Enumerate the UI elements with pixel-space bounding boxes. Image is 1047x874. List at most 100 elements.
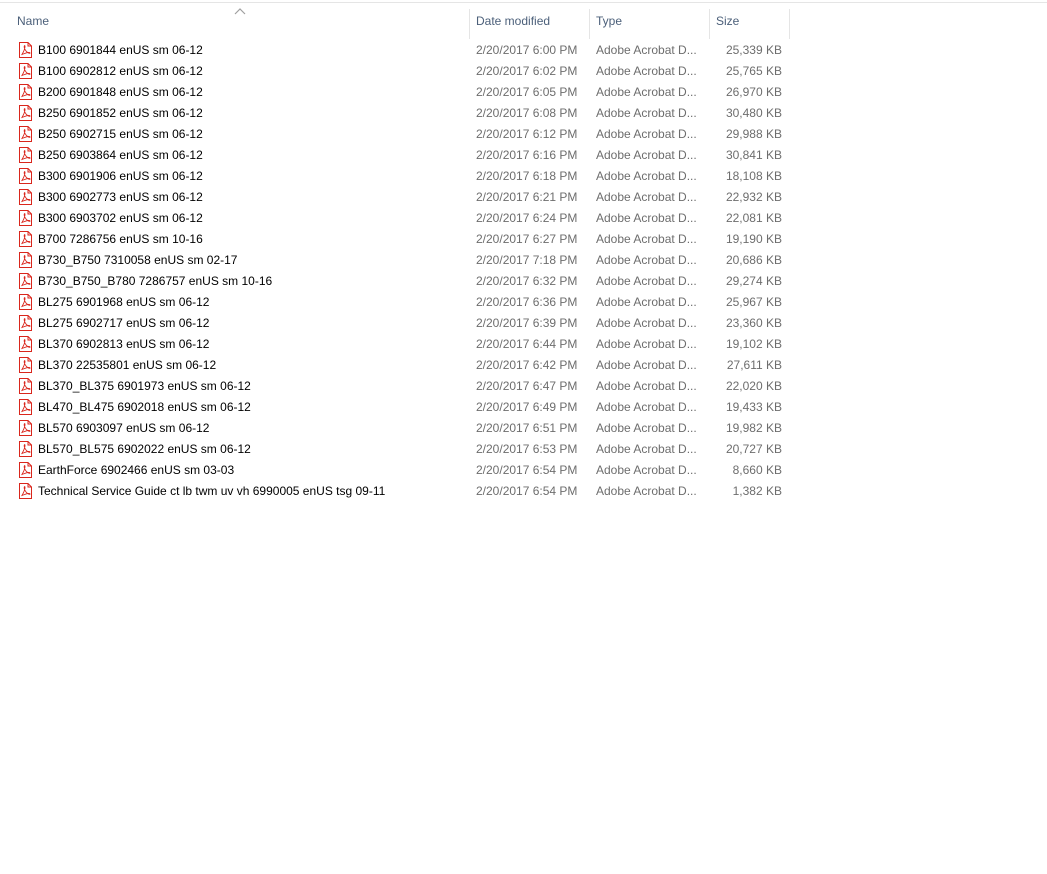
- file-date-modified: 2/20/2017 6:27 PM: [476, 232, 578, 246]
- file-size: 29,988 KB: [725, 127, 782, 141]
- column-header-row: Name Date modified Type Size: [0, 3, 790, 39]
- file-row[interactable]: B250 6903864 enUS sm 06-12 2/20/2017 6:16…: [0, 145, 790, 166]
- pdf-file-icon: [19, 315, 32, 331]
- file-name: B300 6903702 enUS sm 06-12: [38, 211, 203, 225]
- file-date-modified: 2/20/2017 6:24 PM: [476, 211, 578, 225]
- file-size: 29,274 KB: [725, 274, 782, 288]
- file-row[interactable]: B100 6902812 enUS sm 06-12 2/20/2017 6:02…: [0, 61, 790, 82]
- file-type: Adobe Acrobat D...: [596, 379, 697, 393]
- file-row[interactable]: BL370 22535801 enUS sm 06-12 2/20/2017 6:…: [0, 355, 790, 376]
- file-date-modified: 2/20/2017 6:18 PM: [476, 169, 578, 183]
- column-header-date-modified[interactable]: Date modified: [470, 3, 589, 38]
- file-name: Technical Service Guide ct lb twm uv vh …: [38, 484, 386, 498]
- file-name: B100 6901844 enUS sm 06-12: [38, 43, 203, 57]
- file-name: B250 6902715 enUS sm 06-12: [38, 127, 203, 141]
- file-row[interactable]: B250 6902715 enUS sm 06-12 2/20/2017 6:12…: [0, 124, 790, 145]
- pdf-file-icon: [19, 42, 32, 58]
- file-row[interactable]: Technical Service Guide ct lb twm uv vh …: [0, 481, 790, 502]
- file-date-modified: 2/20/2017 6:54 PM: [476, 463, 578, 477]
- file-date-modified: 2/20/2017 6:42 PM: [476, 358, 578, 372]
- file-name: B100 6902812 enUS sm 06-12: [38, 64, 203, 78]
- file-list: B100 6901844 enUS sm 06-12 2/20/2017 6:00…: [0, 40, 790, 502]
- file-row[interactable]: BL275 6902717 enUS sm 06-12 2/20/2017 6:3…: [0, 313, 790, 334]
- file-name: B250 6903864 enUS sm 06-12: [38, 148, 203, 162]
- file-size: 30,841 KB: [725, 148, 782, 162]
- file-name: BL370_BL375 6901973 enUS sm 06-12: [38, 379, 251, 393]
- pdf-file-icon: [19, 336, 32, 352]
- file-name: B200 6901848 enUS sm 06-12: [38, 85, 203, 99]
- file-name: B250 6901852 enUS sm 06-12: [38, 106, 203, 120]
- file-name: B730_B750 7310058 enUS sm 02-17: [38, 253, 238, 267]
- file-date-modified: 2/20/2017 6:08 PM: [476, 106, 578, 120]
- column-header-size[interactable]: Size: [710, 3, 789, 38]
- column-header-name[interactable]: Name: [11, 3, 469, 38]
- file-type: Adobe Acrobat D...: [596, 190, 697, 204]
- file-type: Adobe Acrobat D...: [596, 43, 697, 57]
- file-type: Adobe Acrobat D...: [596, 106, 697, 120]
- file-name: EarthForce 6902466 enUS sm 03-03: [38, 463, 235, 477]
- file-row[interactable]: B250 6901852 enUS sm 06-12 2/20/2017 6:08…: [0, 103, 790, 124]
- file-type: Adobe Acrobat D...: [596, 295, 697, 309]
- file-size: 18,108 KB: [725, 169, 782, 183]
- file-size: 25,765 KB: [725, 64, 782, 78]
- file-date-modified: 2/20/2017 6:49 PM: [476, 400, 578, 414]
- file-size: 20,686 KB: [725, 253, 782, 267]
- file-row[interactable]: BL570 6903097 enUS sm 06-12 2/20/2017 6:5…: [0, 418, 790, 439]
- file-row[interactable]: B300 6901906 enUS sm 06-12 2/20/2017 6:18…: [0, 166, 790, 187]
- file-date-modified: 2/20/2017 6:12 PM: [476, 127, 578, 141]
- file-type: Adobe Acrobat D...: [596, 253, 697, 267]
- file-name: B730_B750_B780 7286757 enUS sm 10-16: [38, 274, 273, 288]
- file-name: BL275 6901968 enUS sm 06-12: [38, 295, 210, 309]
- file-date-modified: 2/20/2017 6:32 PM: [476, 274, 578, 288]
- file-row[interactable]: B100 6901844 enUS sm 06-12 2/20/2017 6:00…: [0, 40, 790, 61]
- file-name: BL470_BL475 6902018 enUS sm 06-12: [38, 400, 251, 414]
- file-type: Adobe Acrobat D...: [596, 421, 697, 435]
- file-type: Adobe Acrobat D...: [596, 169, 697, 183]
- file-size: 19,102 KB: [725, 337, 782, 351]
- column-divider[interactable]: [789, 9, 790, 39]
- file-type: Adobe Acrobat D...: [596, 484, 697, 498]
- file-name: BL370 6902813 enUS sm 06-12: [38, 337, 210, 351]
- file-row[interactable]: BL275 6901968 enUS sm 06-12 2/20/2017 6:3…: [0, 292, 790, 313]
- pdf-file-icon: [19, 105, 32, 121]
- pdf-file-icon: [19, 420, 32, 436]
- file-row[interactable]: BL570_BL575 6902022 enUS sm 06-12 2/20/20…: [0, 439, 790, 460]
- file-date-modified: 2/20/2017 6:53 PM: [476, 442, 578, 456]
- pdf-file-icon: [19, 357, 32, 373]
- file-size: 22,932 KB: [725, 190, 782, 204]
- file-date-modified: 2/20/2017 6:36 PM: [476, 295, 578, 309]
- file-type: Adobe Acrobat D...: [596, 400, 697, 414]
- file-type: Adobe Acrobat D...: [596, 337, 697, 351]
- file-row[interactable]: BL470_BL475 6902018 enUS sm 06-12 2/20/20…: [0, 397, 790, 418]
- pdf-file-icon: [19, 252, 32, 268]
- file-size: 19,433 KB: [725, 400, 782, 414]
- file-type: Adobe Acrobat D...: [596, 463, 697, 477]
- file-date-modified: 2/20/2017 6:16 PM: [476, 148, 578, 162]
- file-row[interactable]: BL370_BL375 6901973 enUS sm 06-12 2/20/20…: [0, 376, 790, 397]
- file-type: Adobe Acrobat D...: [596, 127, 697, 141]
- file-size: 30,480 KB: [725, 106, 782, 120]
- file-size: 23,360 KB: [725, 316, 782, 330]
- file-size: 26,970 KB: [725, 85, 782, 99]
- file-size: 27,611 KB: [726, 358, 782, 372]
- file-type: Adobe Acrobat D...: [596, 358, 697, 372]
- pdf-file-icon: [19, 441, 32, 457]
- file-name: B300 6901906 enUS sm 06-12: [38, 169, 203, 183]
- file-row[interactable]: B300 6903702 enUS sm 06-12 2/20/2017 6:24…: [0, 208, 790, 229]
- file-explorer-view: Name Date modified Type Size B100 690184…: [0, 0, 1047, 874]
- file-row[interactable]: B700 7286756 enUS sm 10-16 2/20/2017 6:27…: [0, 229, 790, 250]
- file-date-modified: 2/20/2017 6:02 PM: [476, 64, 578, 78]
- file-row[interactable]: EarthForce 6902466 enUS sm 03-03 2/20/201…: [0, 460, 790, 481]
- file-size: 20,727 KB: [725, 442, 782, 456]
- file-row[interactable]: B200 6901848 enUS sm 06-12 2/20/2017 6:05…: [0, 82, 790, 103]
- pdf-file-icon: [19, 168, 32, 184]
- file-date-modified: 2/20/2017 7:18 PM: [476, 253, 578, 267]
- file-row[interactable]: B300 6902773 enUS sm 06-12 2/20/2017 6:21…: [0, 187, 790, 208]
- file-name: BL370 22535801 enUS sm 06-12: [38, 358, 217, 372]
- file-row[interactable]: B730_B750 7310058 enUS sm 02-17 2/20/2017…: [0, 250, 790, 271]
- pdf-file-icon: [19, 462, 32, 478]
- file-date-modified: 2/20/2017 6:51 PM: [476, 421, 578, 435]
- column-header-type[interactable]: Type: [590, 3, 709, 38]
- file-row[interactable]: B730_B750_B780 7286757 enUS sm 10-16 2/20…: [0, 271, 790, 292]
- file-row[interactable]: BL370 6902813 enUS sm 06-12 2/20/2017 6:4…: [0, 334, 790, 355]
